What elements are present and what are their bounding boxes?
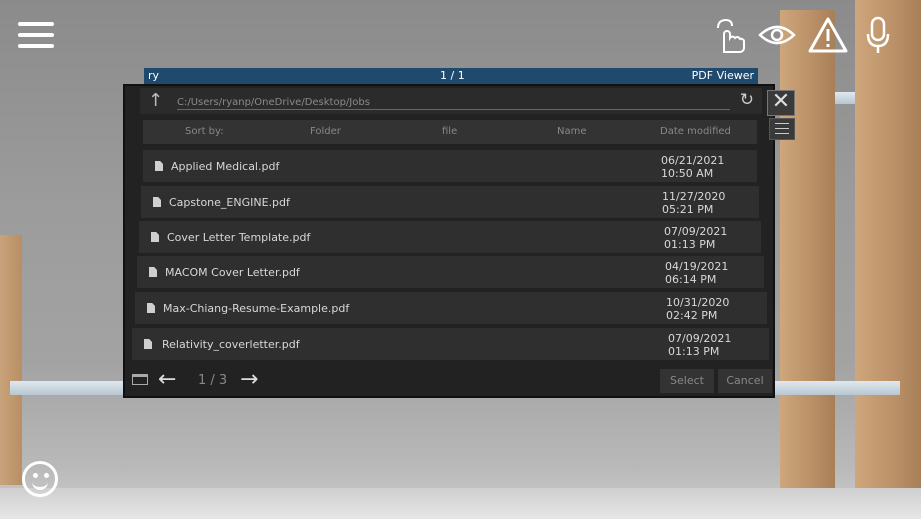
file-row[interactable]: Capstone_ENGINE.pdf 11/27/2020 05:21 PM bbox=[141, 186, 759, 218]
file-row[interactable]: Cover Letter Template.pdf 07/09/2021 01:… bbox=[139, 221, 761, 253]
background-pillar bbox=[780, 10, 835, 490]
file-date: 04/19/2021 06:14 PM bbox=[665, 260, 729, 286]
file-date: 10/31/2020 02:42 PM bbox=[666, 296, 730, 322]
eye-icon[interactable] bbox=[758, 24, 796, 46]
smiley-icon[interactable] bbox=[22, 461, 58, 497]
sort-date-modified[interactable]: Date modified bbox=[660, 126, 731, 137]
background-pillar bbox=[855, 0, 921, 519]
file-date: 11/27/2020 05:21 PM bbox=[662, 190, 726, 216]
sort-folder[interactable]: Folder bbox=[310, 126, 341, 137]
sort-bar: Sort by: Folder file Name Date modified bbox=[143, 120, 757, 144]
file-icon bbox=[147, 303, 155, 313]
list-menu-button[interactable] bbox=[769, 118, 795, 140]
background-floor bbox=[0, 488, 921, 519]
page-indicator: 1 / 3 bbox=[198, 373, 228, 388]
pager-footer: ← 1 / 3 → Select Cancel bbox=[128, 367, 772, 395]
background-pillar bbox=[0, 235, 22, 485]
file-name: Capstone_ENGINE.pdf bbox=[169, 196, 290, 209]
file-icon bbox=[144, 339, 152, 349]
window-title-left: ry bbox=[148, 69, 160, 82]
file-date: 07/09/2021 01:13 PM bbox=[668, 332, 732, 358]
arrow-right-icon[interactable]: → bbox=[240, 367, 258, 392]
close-button[interactable]: ✕ bbox=[767, 90, 795, 116]
arrow-left-icon[interactable]: ← bbox=[158, 367, 176, 392]
window-titlebar: ry 1 / 1 PDF Viewer bbox=[144, 68, 758, 84]
file-row[interactable]: Relativity_coverletter.pdf 07/09/2021 01… bbox=[132, 328, 769, 360]
file-name: Relativity_coverletter.pdf bbox=[162, 338, 300, 351]
file-icon bbox=[149, 267, 157, 277]
file-row[interactable]: Max-Chiang-Resume-Example.pdf 10/31/2020… bbox=[135, 292, 767, 324]
folder-icon[interactable] bbox=[132, 374, 148, 385]
file-icon bbox=[153, 197, 161, 207]
window-page-indicator: 1 / 1 bbox=[440, 69, 465, 82]
up-arrow-icon[interactable]: ↑ bbox=[148, 90, 163, 111]
sort-name[interactable]: Name bbox=[557, 126, 587, 137]
select-button[interactable]: Select bbox=[660, 369, 714, 393]
path-input[interactable]: C:/Users/ryanp/OneDrive/Desktop/Jobs bbox=[177, 97, 730, 110]
sort-label: Sort by: bbox=[185, 126, 224, 137]
path-bar: ↑ C:/Users/ryanp/OneDrive/Desktop/Jobs ↻ bbox=[140, 88, 762, 114]
refresh-icon[interactable]: ↻ bbox=[740, 90, 754, 110]
hand-pointer-icon[interactable] bbox=[714, 18, 746, 54]
file-date: 07/09/2021 01:13 PM bbox=[664, 225, 728, 251]
hamburger-icon[interactable] bbox=[18, 22, 54, 48]
file-row[interactable]: MACOM Cover Letter.pdf 04/19/2021 06:14 … bbox=[137, 256, 764, 288]
warning-icon[interactable] bbox=[808, 16, 848, 54]
window-app-name: PDF Viewer bbox=[691, 69, 754, 82]
microphone-icon[interactable] bbox=[866, 16, 890, 54]
file-name: MACOM Cover Letter.pdf bbox=[165, 266, 300, 279]
file-icon bbox=[155, 161, 163, 171]
file-name: Max-Chiang-Resume-Example.pdf bbox=[163, 302, 350, 315]
sort-file[interactable]: file bbox=[442, 126, 457, 137]
file-row[interactable]: Applied Medical.pdf 06/21/2021 10:50 AM bbox=[143, 150, 757, 182]
file-name: Cover Letter Template.pdf bbox=[167, 231, 311, 244]
file-icon bbox=[151, 232, 159, 242]
cancel-button[interactable]: Cancel bbox=[718, 369, 772, 393]
file-name: Applied Medical.pdf bbox=[171, 160, 280, 173]
file-date: 06/21/2021 10:50 AM bbox=[661, 154, 725, 180]
